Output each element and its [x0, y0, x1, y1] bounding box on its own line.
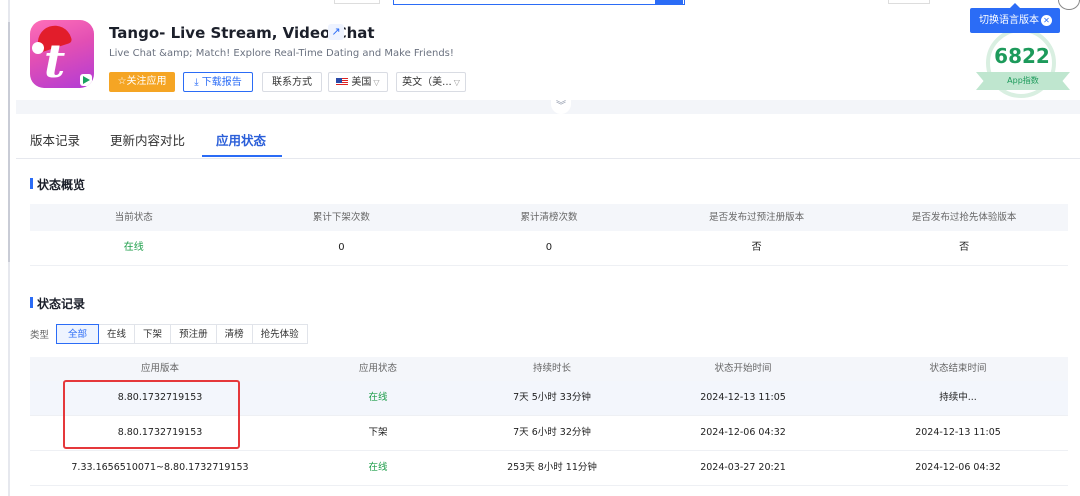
- header-collapse-bar: [16, 100, 1080, 114]
- status-cell: 在线: [368, 462, 388, 473]
- status-overview-table: 当前状态 累计下架次数 累计清榜次数 是否发布过预注册版本 是否发布过抢先体验版…: [30, 204, 1068, 266]
- table-row[interactable]: 7.33.1656510071~8.80.1732719153 在线 253天 …: [30, 451, 1068, 486]
- app-description: Live Chat &amp; Match! Explore Real-Time…: [109, 48, 454, 59]
- switch-language-label: 切换语言版本: [979, 15, 1039, 26]
- duration-cell: 253天 8小时 11分钟: [507, 462, 597, 473]
- hat-pom: [32, 42, 44, 54]
- end-time-cell: 2024-12-13 11:05: [915, 427, 1001, 438]
- download-report-button[interactable]: ⤓ 下载报告: [183, 72, 253, 92]
- type-filter: 类型 全部 在线 下架 预注册 清榜 抢先体验: [30, 323, 308, 345]
- google-play-icon: [80, 74, 92, 86]
- records-section-title: 状态记录: [30, 295, 85, 312]
- filter-removed[interactable]: 下架: [134, 324, 172, 344]
- current-status-value: 在线: [123, 242, 144, 253]
- filter-online[interactable]: 在线: [98, 324, 136, 344]
- chevron-down-icon: ▽: [373, 78, 380, 87]
- filter-preregister[interactable]: 预注册: [170, 324, 217, 344]
- header-removal-count: 累计下架次数: [312, 212, 370, 223]
- contact-button[interactable]: 联系方式: [262, 72, 322, 92]
- external-link-icon[interactable]: ↗: [328, 24, 344, 40]
- early-access-value: 否: [959, 242, 970, 253]
- language-select[interactable]: 英文（美... ▽: [396, 72, 466, 92]
- tab-app-status[interactable]: 应用状态: [216, 130, 266, 149]
- user-avatar[interactable]: [1058, 0, 1080, 10]
- country-select[interactable]: 美国 ▽: [328, 72, 388, 92]
- close-icon[interactable]: ✕: [1041, 15, 1052, 26]
- chart-clear-count-value: 0: [545, 242, 553, 253]
- table-header-row: 应用版本 应用状态 持续时长 状态开始时间 状态结束时间: [30, 357, 1068, 381]
- table-row[interactable]: 8.80.1732719153 下架 7天 6小时 32分钟 2024-12-0…: [30, 416, 1068, 451]
- version-cell: 8.80.1732719153: [117, 427, 203, 438]
- chevron-down-icon: ▽: [453, 78, 460, 87]
- version-cell: 7.33.1656510071~8.80.1732719153: [71, 462, 249, 473]
- status-records-table: 应用版本 应用状态 持续时长 状态开始时间 状态结束时间 8.80.173271…: [30, 357, 1068, 486]
- header-start-time: 状态开始时间: [714, 363, 772, 374]
- tab-version-history[interactable]: 版本记录: [30, 130, 80, 149]
- preregister-value: 否: [751, 242, 762, 253]
- score-label: App指数: [976, 72, 1070, 90]
- status-cell: 下架: [368, 427, 388, 438]
- follow-app-button[interactable]: ☆关注应用: [109, 72, 175, 92]
- app-score-badge: 6822 App指数: [970, 24, 1080, 104]
- app-logo-glyph: t: [44, 34, 66, 88]
- language-label: 英文（美...: [402, 77, 452, 88]
- header-duration: 持续时长: [532, 363, 571, 374]
- header-current-status: 当前状态: [114, 212, 153, 223]
- start-time-cell: 2024-12-13 11:05: [700, 392, 786, 403]
- header-chart-clear-count: 累计清榜次数: [520, 212, 578, 223]
- end-time-cell: 2024-12-06 04:32: [915, 462, 1001, 473]
- version-cell: 8.80.1732719153: [117, 392, 203, 403]
- app-header: t Tango- Live Stream, Video Chat ↗ Live …: [16, 12, 1080, 108]
- table-header-row: 当前状态 累计下架次数 累计清榜次数 是否发布过预注册版本 是否发布过抢先体验版…: [30, 204, 1068, 231]
- scrollbar-thumb[interactable]: [8, 22, 10, 262]
- search-input[interactable]: [393, 0, 685, 5]
- top-pill-right[interactable]: [888, 0, 930, 4]
- top-pill[interactable]: [334, 0, 380, 4]
- filter-early-access[interactable]: 抢先体验: [251, 324, 308, 344]
- app-icon: t: [30, 20, 94, 88]
- status-cell: 在线: [368, 392, 388, 403]
- switch-language-button[interactable]: 切换语言版本 ✕: [970, 3, 1060, 33]
- start-time-cell: 2024-03-27 20:21: [700, 462, 786, 473]
- filter-label: 类型: [30, 330, 50, 341]
- us-flag-icon: [336, 78, 349, 86]
- table-row[interactable]: 8.80.1732719153 在线 7天 5小时 33分钟 2024-12-1…: [30, 381, 1068, 416]
- duration-cell: 7天 5小时 33分钟: [513, 392, 591, 403]
- header-early-access: 是否发布过抢先体验版本: [911, 212, 1017, 223]
- header-end-time: 状态结束时间: [929, 363, 987, 374]
- score-value: 6822: [994, 44, 1050, 68]
- active-tab-indicator: [202, 155, 282, 157]
- removal-count-value: 0: [338, 242, 345, 253]
- header-preregister: 是否发布过预注册版本: [709, 212, 805, 223]
- start-time-cell: 2024-12-06 04:32: [700, 427, 786, 438]
- tab-update-compare[interactable]: 更新内容对比: [110, 130, 185, 149]
- overview-section-title: 状态概览: [30, 176, 85, 193]
- country-label: 美国: [351, 77, 372, 88]
- duration-cell: 7天 6小时 32分钟: [513, 427, 591, 438]
- filter-chart-clear[interactable]: 清榜: [215, 324, 253, 344]
- search-button[interactable]: [655, 0, 683, 5]
- end-time-cell: 持续中...: [939, 392, 977, 403]
- filter-all[interactable]: 全部: [56, 324, 100, 344]
- top-bar: [0, 0, 1080, 12]
- header-app-status: 应用状态: [358, 363, 397, 374]
- tab-bar: 版本记录 更新内容对比 应用状态: [16, 118, 1080, 159]
- header-app-version: 应用版本: [140, 363, 179, 374]
- table-row: 在线 0 0 否 否: [30, 231, 1068, 266]
